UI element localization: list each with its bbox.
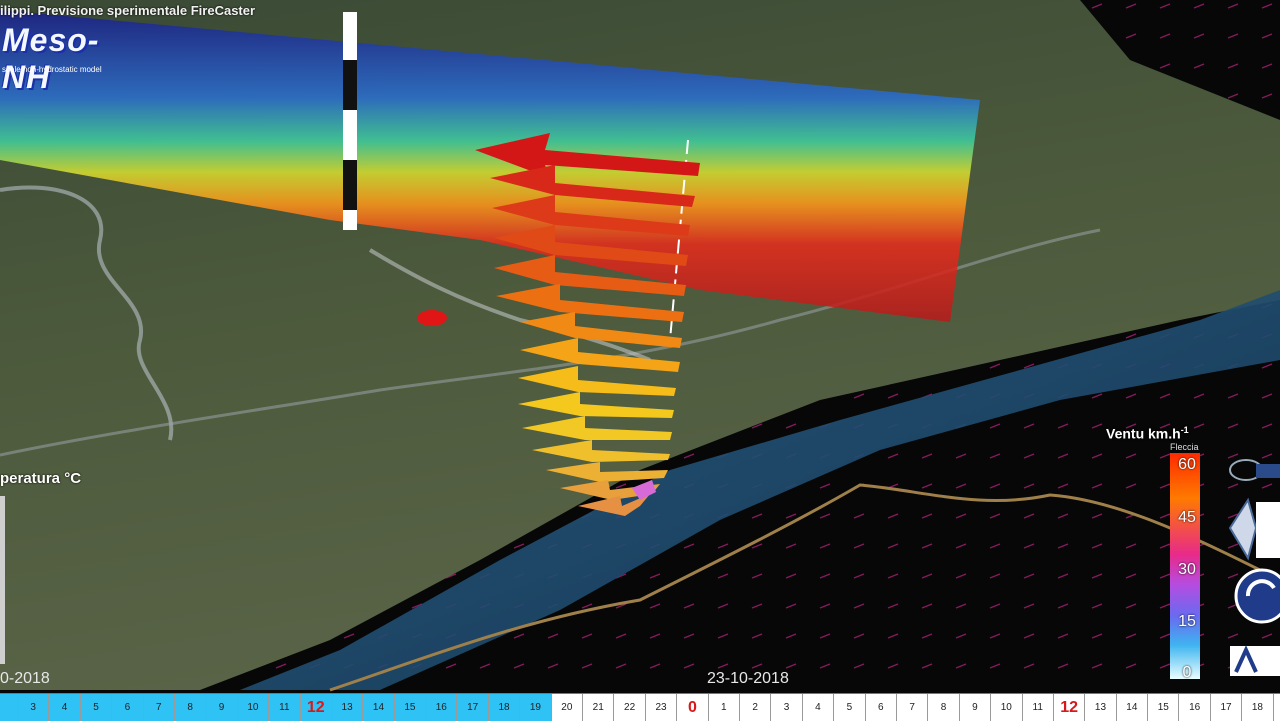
timeline-tick[interactable]: 10 <box>237 694 270 721</box>
wind-legend-tick: 45 <box>1178 509 1196 526</box>
forecast-title: ilippi. Previsione sperimentale FireCast… <box>0 3 256 18</box>
wind-legend-title-text: Ventu km.h <box>1106 425 1181 442</box>
partner-logos <box>1228 459 1280 676</box>
timeline-tick[interactable]: 0 <box>677 694 709 721</box>
timeline-tick[interactable]: 20 <box>551 694 584 721</box>
logo-subtitle: scale non-hydrostatic model <box>2 65 102 74</box>
timeline-tick[interactable]: 22 <box>614 694 646 721</box>
wind-legend-tick: 0 <box>1182 664 1192 681</box>
timeline-tick[interactable]: 7 <box>896 694 929 721</box>
timeline-tick[interactable]: 18 <box>488 694 521 721</box>
timeline-tick[interactable]: 14 <box>1116 694 1149 721</box>
map-3d-scene[interactable] <box>0 0 1280 720</box>
timeline-tick[interactable]: 13 <box>1085 694 1117 721</box>
wind-legend-title: Ventu km.h-1 <box>1106 425 1189 442</box>
timeline-tick[interactable]: 11 <box>1022 694 1054 721</box>
timeline-tick[interactable]: 10 <box>991 694 1023 721</box>
timeline-tick[interactable]: 11 <box>269 694 301 721</box>
wind-legend-tick: 30 <box>1178 561 1196 578</box>
timeline-tick[interactable]: 2 <box>739 694 772 721</box>
logo-name: Meso-NH <box>2 22 100 95</box>
timeline-tick[interactable]: 5 <box>834 694 866 721</box>
temperature-legend-label: peratura °C <box>0 470 82 487</box>
timeline-tick[interactable]: 9 <box>959 694 992 721</box>
timeline-tick[interactable]: 17 <box>1210 694 1243 721</box>
temperature-colorbar <box>0 496 5 664</box>
timeline-tick[interactable]: 15 <box>1148 694 1180 721</box>
timeline-tick[interactable]: 16 <box>426 694 458 721</box>
timeline-tick[interactable]: 16 <box>1179 694 1211 721</box>
timeline-tick[interactable]: 21 <box>583 694 615 721</box>
timeline-tick[interactable]: 7 <box>143 694 175 721</box>
timeline-tick[interactable]: 8 <box>928 694 960 721</box>
timeline-tick[interactable]: 13 <box>331 694 364 721</box>
timeline-tick[interactable]: 4 <box>49 694 81 721</box>
timeline-tick[interactable]: 8 <box>174 694 207 721</box>
wind-legend-tick: 60 <box>1178 456 1196 473</box>
date-left: 0-2018 <box>0 670 50 687</box>
timeline-tick[interactable]: 3 <box>771 694 803 721</box>
timeline-tick[interactable]: 6 <box>865 694 897 721</box>
date-current: 23-10-2018 <box>707 670 789 687</box>
university-logo <box>1228 497 1280 561</box>
timeline-tick[interactable]: 3 <box>18 694 50 721</box>
timeline-tick[interactable]: 19 <box>520 694 552 721</box>
timeline-tick[interactable]: 12 <box>1053 694 1086 721</box>
timeline-tick[interactable]: 5 <box>80 694 113 721</box>
timeline-tick[interactable]: 19 <box>1273 694 1280 721</box>
timeline-tick[interactable]: 4 <box>802 694 835 721</box>
timeline-tick[interactable]: 1 <box>708 694 740 721</box>
timeline-tick[interactable] <box>0 694 18 721</box>
timeline-tick[interactable]: 18 <box>1242 694 1274 721</box>
timeline-tick[interactable]: 23 <box>645 694 678 721</box>
timeline-tick[interactable]: 12 <box>300 694 332 721</box>
wind-legend-subtitle: Fleccia <box>1170 442 1199 452</box>
timeline-tick[interactable]: 14 <box>363 694 395 721</box>
corse-logo <box>1229 459 1280 481</box>
timeline-tick[interactable]: 17 <box>457 694 489 721</box>
forecast-timeline[interactable]: 3 4 5 6 7 8 9 10 11 12 13 14 15 16 17 18 19 20 21 22 23 0 1 2 3 4… <box>0 693 1280 721</box>
timeline-tick[interactable]: 9 <box>206 694 238 721</box>
anr-logo <box>1230 645 1280 676</box>
timeline-tick[interactable]: 15 <box>394 694 427 721</box>
wind-legend-tick: 15 <box>1178 613 1196 630</box>
meso-nh-logo: Meso-NH scale non-hydrostatic model <box>0 22 126 95</box>
cnr-logo <box>1234 568 1280 624</box>
wind-legend-unit-exponent: -1 <box>1180 425 1189 435</box>
timeline-tick[interactable]: 6 <box>112 694 144 721</box>
